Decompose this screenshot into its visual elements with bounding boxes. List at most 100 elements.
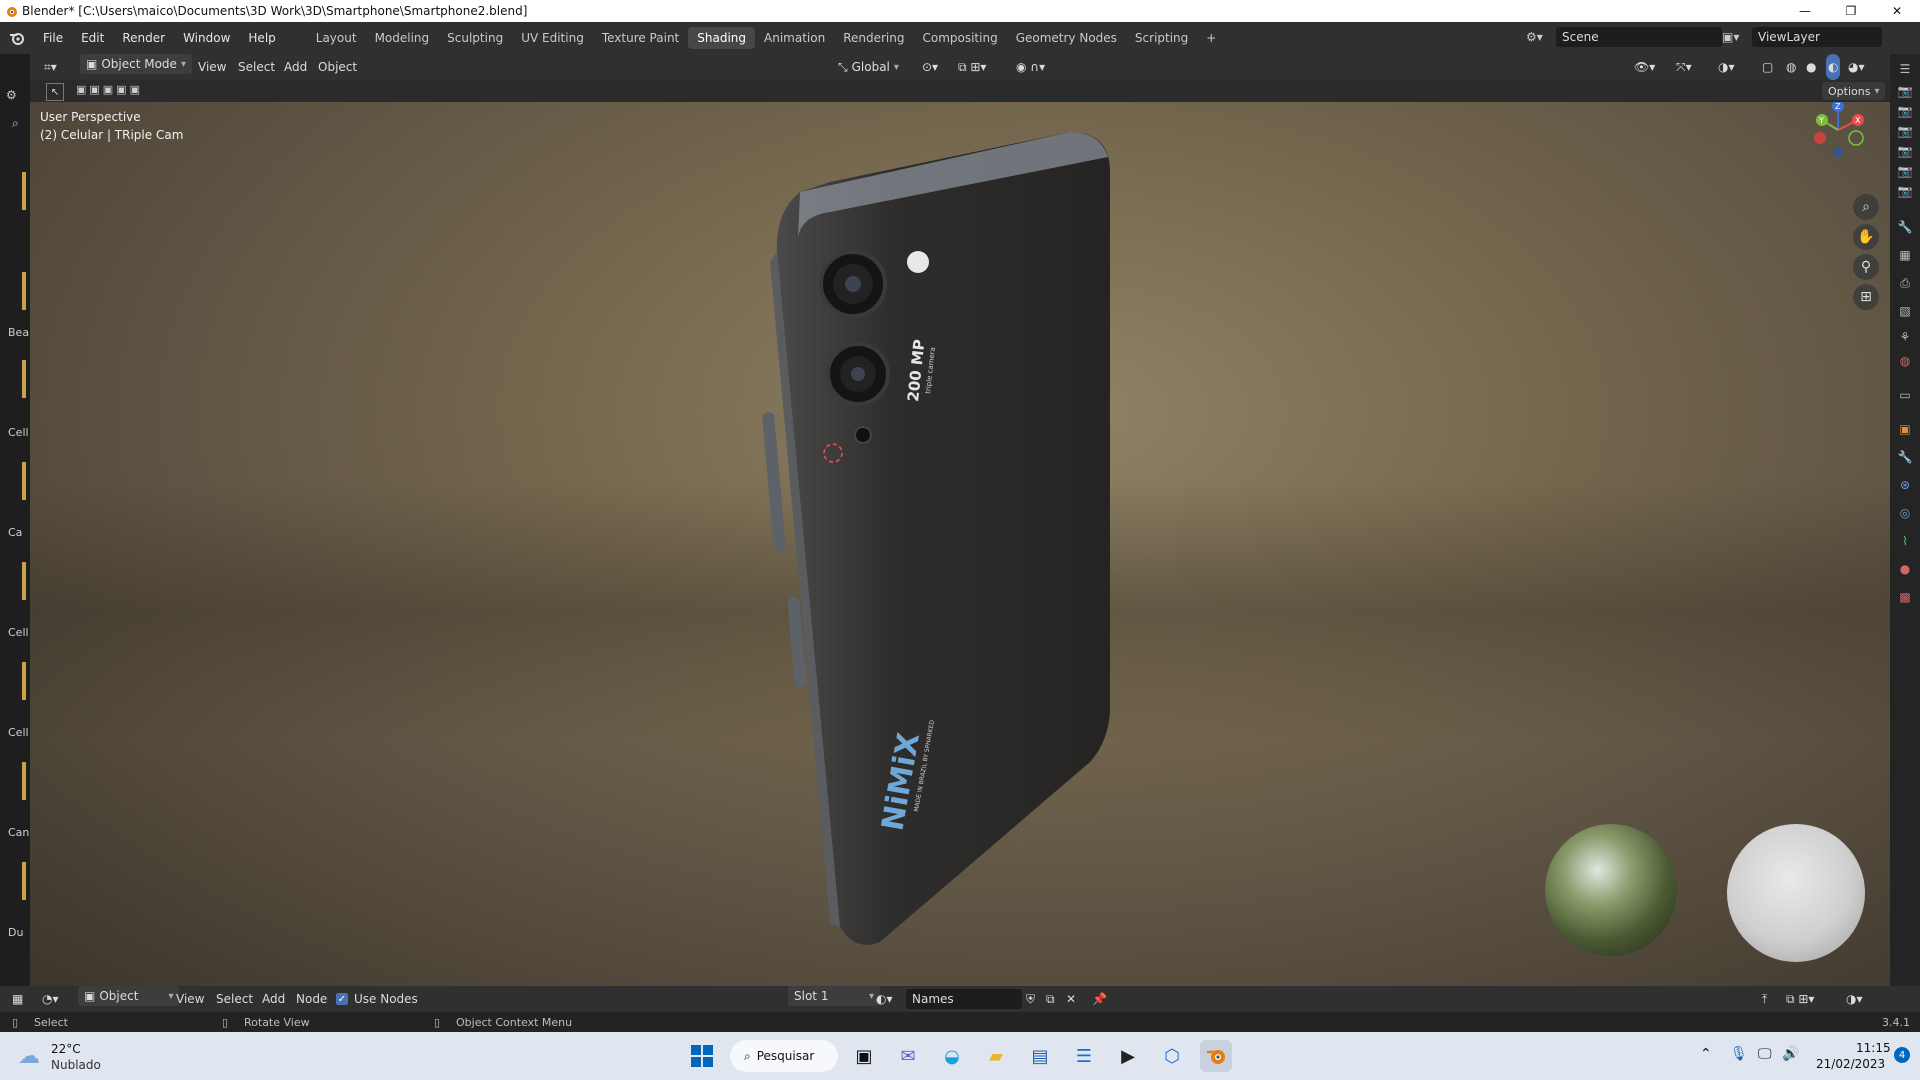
editor-type-icon[interactable]: ⌗▾ [44, 54, 57, 80]
windows-start-icon[interactable] [686, 1040, 718, 1072]
taskbar-search-box[interactable]: ⌕ Pesquisar [730, 1040, 838, 1072]
navigation-gizmo[interactable]: Z X Y [1800, 102, 1870, 162]
view-layer-selector[interactable]: ViewLayer [1752, 27, 1882, 47]
editor-type-icon[interactable]: ▦ [12, 986, 23, 1012]
camera-icon[interactable]: 📷 [1898, 184, 1913, 198]
network-icon[interactable]: 🖵 [1758, 1046, 1772, 1062]
task-view-icon[interactable]: ▣ [848, 1040, 880, 1072]
menu-help[interactable]: Help [239, 31, 284, 45]
media-player-icon[interactable]: ▶ [1112, 1040, 1144, 1072]
view-layer-icon[interactable]: ▣▾ [1722, 26, 1748, 48]
parent-node-icon[interactable]: ⤒ [1762, 986, 1767, 1012]
tab-uv-editing[interactable]: UV Editing [512, 27, 593, 49]
material-props-icon[interactable]: ● [1898, 562, 1912, 576]
scene-icon[interactable]: ⚙▾ [1526, 26, 1554, 48]
volume-icon[interactable]: 🔊 [1782, 1046, 1799, 1062]
options-dropdown[interactable]: Options ▾ [1822, 82, 1886, 100]
shader-type-icon[interactable]: ◔▾ [42, 986, 59, 1012]
cloud-weather-icon[interactable]: ☁ [18, 1044, 40, 1069]
clock-time[interactable]: 11:15 [1856, 1041, 1891, 1055]
tab-animation[interactable]: Animation [755, 27, 834, 49]
pivot-icon[interactable]: ⊙▾ [922, 54, 938, 80]
modifier-props-icon[interactable]: 🔧 [1898, 450, 1913, 464]
material-slot-dropdown[interactable]: Slot 1 ▾ [788, 986, 880, 1006]
render-props-icon[interactable]: ▦ [1898, 248, 1912, 262]
file-explorer-icon[interactable]: ▰ [980, 1040, 1012, 1072]
selection-mode-icons[interactable]: ▣▣▣▣▣ [76, 83, 143, 96]
shading-solid-icon[interactable]: ● [1806, 54, 1816, 80]
menu-edit[interactable]: Edit [72, 31, 113, 45]
notification-badge[interactable]: 4 [1894, 1047, 1910, 1063]
snap-icon[interactable]: ⧉ ⊞▾ [1786, 986, 1814, 1012]
minimize-button[interactable]: — [1782, 0, 1828, 22]
tray-chevron-up-icon[interactable]: ⌃ [1700, 1046, 1712, 1062]
edge-browser-icon[interactable]: ◒ [936, 1040, 968, 1072]
proportional-edit-icon[interactable]: ◉ ∩▾ [1016, 54, 1045, 80]
tab-modeling[interactable]: Modeling [366, 27, 439, 49]
tab-sculpting[interactable]: Sculpting [438, 27, 512, 49]
physics-props-icon[interactable]: ◎ [1898, 506, 1912, 520]
menu-window[interactable]: Window [174, 31, 239, 45]
gizmo-toggle-icon[interactable]: ⤧▾ [1676, 54, 1692, 80]
outliner-icon[interactable]: ☰ [1898, 62, 1912, 76]
overlay-toggle-icon[interactable]: ◑▾ [1846, 986, 1863, 1012]
menu-select[interactable]: Select [238, 54, 275, 80]
camera-icon[interactable]: 📷 [1898, 104, 1913, 118]
microsoft-store-icon[interactable]: ▤ [1024, 1040, 1056, 1072]
select-tool-icon[interactable]: ↖ [46, 83, 64, 101]
snap-icon[interactable]: ⧉ ⊞▾ [958, 54, 986, 80]
blender-menu-icon[interactable] [0, 31, 34, 45]
object-props-icon[interactable]: ▣ [1898, 422, 1912, 436]
notepad-icon[interactable]: ☰ [1068, 1040, 1100, 1072]
menu-file[interactable]: File [34, 31, 72, 45]
world-props-icon[interactable]: ◍ [1898, 354, 1912, 368]
tab-texture-paint[interactable]: Texture Paint [593, 27, 688, 49]
menu-add[interactable]: Add [284, 54, 307, 80]
close-button[interactable]: ✕ [1874, 0, 1920, 22]
menu-object[interactable]: Object [318, 54, 357, 80]
maximize-button[interactable]: ❐ [1828, 0, 1874, 22]
pan-hand-icon[interactable]: ✋ [1853, 224, 1879, 250]
xray-icon[interactable]: ▢ [1762, 54, 1773, 80]
search-icon[interactable]: ⌕ [12, 116, 19, 131]
node-menu-view[interactable]: View [176, 986, 204, 1012]
camera-icon[interactable]: 📷 [1898, 124, 1913, 138]
output-props-icon[interactable]: ⎙ [1898, 276, 1912, 290]
node-object-dropdown[interactable]: ▣ Object ▾ [78, 986, 180, 1006]
node-menu-node[interactable]: Node [296, 986, 327, 1012]
add-workspace-button[interactable]: + [1197, 27, 1225, 49]
shading-rendered-icon[interactable]: ◕▾ [1848, 54, 1865, 80]
blender-taskbar-icon[interactable] [1200, 1040, 1232, 1072]
tab-shading[interactable]: Shading [688, 27, 755, 49]
use-nodes-checkbox[interactable]: ✓ Use Nodes [336, 986, 418, 1012]
transform-orientation-dropdown[interactable]: ⤡ Global ▾ [838, 54, 899, 80]
unlink-material-icon[interactable]: ✕ [1066, 986, 1076, 1012]
material-name-field[interactable]: Names [906, 989, 1022, 1009]
tab-layout[interactable]: Layout [307, 27, 366, 49]
camera-view-icon[interactable]: ⚲ [1853, 254, 1879, 280]
camera-icon[interactable]: 📷 [1898, 144, 1913, 158]
camera-icon[interactable]: 📷 [1898, 164, 1913, 178]
scene-props-icon[interactable]: ⚘ [1898, 330, 1912, 344]
zoom-icon[interactable]: ⌕ [1853, 194, 1879, 220]
tool-settings-icon[interactable]: ⚙ [6, 88, 17, 102]
node-menu-select[interactable]: Select [216, 986, 253, 1012]
smartphone-model[interactable]: 200 MP triple camera NiMiX MADE IN BRAZI… [680, 112, 1140, 972]
microphone-icon[interactable]: 🎙 [1730, 1046, 1748, 1062]
visibility-icon[interactable]: 👁▾ [1634, 54, 1655, 80]
overlay-toggle-icon[interactable]: ◑▾ [1718, 54, 1735, 80]
constraints-props-icon[interactable]: ⌇ [1898, 534, 1912, 548]
pin-icon[interactable]: 📌 [1092, 986, 1107, 1012]
menu-view[interactable]: View [198, 54, 226, 80]
shading-material-icon[interactable]: ◐ [1826, 54, 1841, 80]
collection-props-icon[interactable]: ▭ [1898, 388, 1912, 402]
menu-render[interactable]: Render [113, 31, 174, 45]
shading-wireframe-icon[interactable]: ◍ [1786, 54, 1796, 80]
view-layer-props-icon[interactable]: ▧ [1898, 304, 1912, 318]
tool-props-icon[interactable]: 🔧 [1898, 220, 1913, 234]
material-browse-icon[interactable]: ◐▾ [876, 986, 893, 1012]
fake-user-shield-icon[interactable]: ⛨ [1026, 986, 1035, 1012]
scene-selector[interactable]: Scene [1556, 27, 1722, 47]
package-app-icon[interactable]: ⬡ [1156, 1040, 1188, 1072]
particles-props-icon[interactable]: ⊛ [1898, 478, 1912, 492]
